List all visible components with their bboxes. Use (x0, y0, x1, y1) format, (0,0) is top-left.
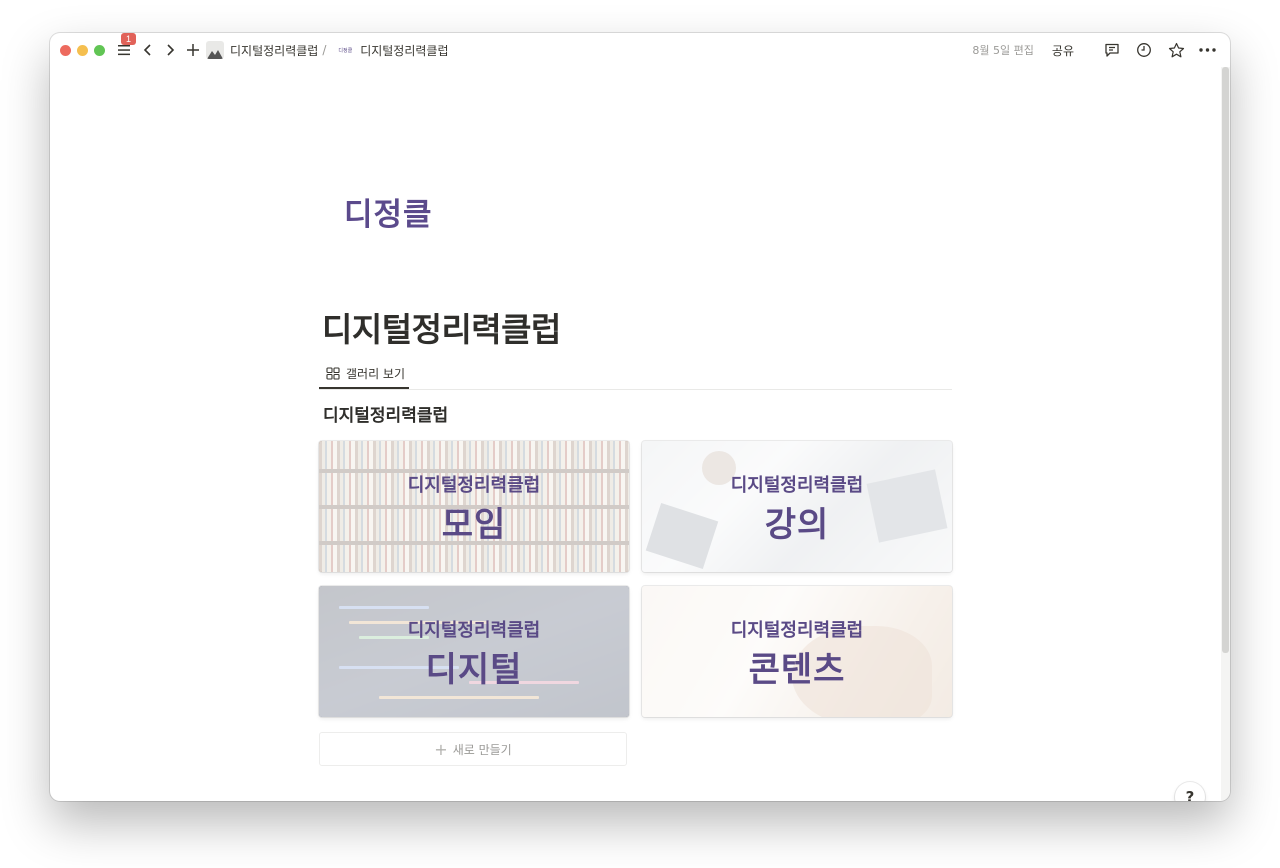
favorite-star-icon[interactable] (1168, 42, 1185, 59)
breadcrumb-root[interactable]: 디지털정리력클럽 (230, 42, 318, 59)
notification-badge: 1 (121, 33, 136, 45)
zoom-window-button[interactable] (94, 44, 105, 56)
page-title[interactable]: 디지털정리력클럽 (322, 303, 561, 351)
titlebar: 1 디지털정리력클럽 / 디정클 디지털정리력클럽 8월 5일 편집 공유 (50, 33, 1230, 67)
new-card-button[interactable]: + 새로 만들기 (319, 732, 627, 766)
card-caption: 디지털정리력클럽 (407, 620, 541, 641)
more-options-icon[interactable] (1199, 48, 1216, 52)
sidebar-toggle-button[interactable]: 1 (116, 33, 136, 58)
back-icon[interactable] (142, 43, 154, 57)
tab-label: 갤러리 보기 (346, 366, 406, 381)
app-window: 1 디지털정리력클럽 / 디정클 디지털정리력클럽 8월 5일 편집 공유 디정… (50, 33, 1230, 801)
new-card-label: 새로 만들기 (452, 742, 512, 757)
card-title: 디지털 (425, 650, 523, 690)
view-tabs: 갤러리 보기 (319, 359, 952, 390)
gallery-card-digital[interactable]: 디지털정리력클럽 디지털 (319, 586, 629, 717)
scrollbar-thumb[interactable] (1222, 67, 1229, 653)
card-title: 강의 (764, 505, 830, 545)
minimize-window-button[interactable] (77, 44, 88, 56)
titlebar-actions: 8월 5일 편집 공유 (972, 42, 1216, 59)
tab-gallery-view[interactable]: 갤러리 보기 (319, 359, 409, 389)
history-clock-icon[interactable] (1136, 42, 1152, 58)
comments-icon[interactable] (1104, 42, 1120, 58)
card-caption: 디지털정리력클럽 (730, 620, 864, 641)
database-title[interactable]: 디지털정리력클럽 (323, 401, 448, 426)
close-window-button[interactable] (60, 44, 71, 56)
gallery-card-lecture[interactable]: 디지털정리력클럽 강의 (642, 441, 952, 572)
card-title: 콘텐츠 (748, 650, 846, 690)
workspace-image-icon[interactable] (206, 41, 224, 59)
card-caption: 디지털정리력클럽 (730, 475, 864, 496)
gallery-grid-icon (326, 366, 340, 380)
forward-icon[interactable] (164, 43, 176, 57)
page-content: 디정클 디지털정리력클럽 갤러리 보기 디지털정리력클럽 디지털정리력클럽 모임… (50, 67, 1221, 801)
card-title: 모임 (441, 505, 507, 545)
add-page-icon[interactable] (186, 43, 200, 57)
gallery-card-meeting[interactable]: 디지털정리력클럽 모임 (319, 441, 629, 572)
breadcrumb-separator: / (322, 43, 327, 57)
last-edited-label: 8월 5일 편집 (972, 44, 1034, 57)
breadcrumb-current[interactable]: 디지털정리력클럽 (360, 42, 448, 59)
page-logo: 디정클 (344, 197, 433, 233)
window-controls (60, 44, 105, 56)
gallery-card-content[interactable]: 디지털정리력클럽 콘텐츠 (642, 586, 952, 717)
breadcrumb-page-icon: 디정클 (338, 47, 353, 54)
plus-icon: + (434, 739, 448, 759)
help-button[interactable]: ? (1175, 782, 1205, 801)
share-button[interactable]: 공유 (1052, 42, 1074, 59)
card-caption: 디지털정리력클럽 (407, 475, 541, 496)
